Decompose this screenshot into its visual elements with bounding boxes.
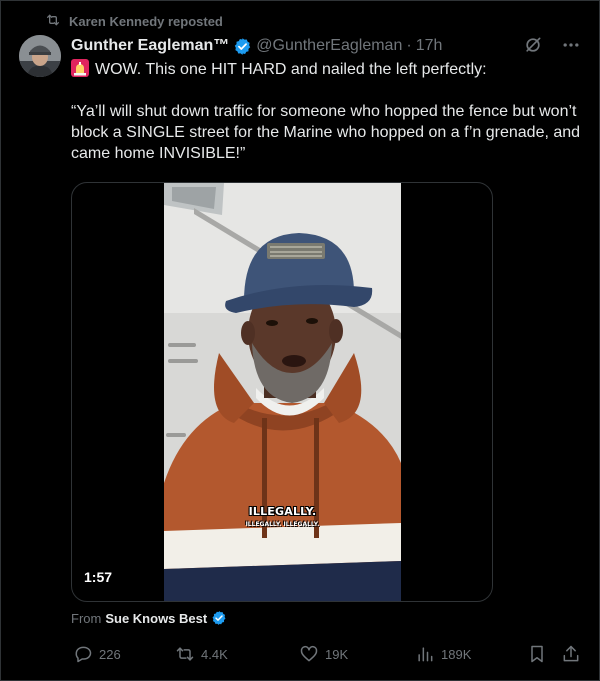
repost-count: 4.4K [201,646,228,662]
reply-icon [75,646,92,663]
source-prefix: From [71,610,102,626]
verified-badge-icon [233,37,252,56]
share-button[interactable] [561,644,581,664]
user-handle[interactable]: @GuntherEagleman [256,37,402,55]
repost-icon [45,12,61,31]
bookmark-button[interactable] [527,644,547,664]
siren-emoji-icon [71,59,89,77]
reply-button[interactable]: 226 [73,644,121,664]
video-thumbnail[interactable]: ILLEGALLY. ILLEGALLY. ILLEGALLY. [164,183,401,601]
display-name[interactable]: Gunther Eagleman™ [71,37,229,55]
repost-indicator[interactable]: Karen Kennedy reposted [45,11,223,31]
heart-icon [300,645,318,662]
grok-icon[interactable] [523,35,543,55]
views-count: 189K [441,646,472,662]
tweet-text-line1: WOW. This one HIT HARD and nailed the le… [95,61,487,78]
views-chart-icon [418,647,433,662]
timestamp[interactable]: 17h [416,37,443,55]
source-name[interactable]: Sue Knows Best [105,611,207,626]
tweet-header: Gunther Eagleman™ @GuntherEagleman · 17h [71,35,581,57]
action-bar: 226 4.4K 19K 189K [71,644,581,666]
video-caption: ILLEGALLY. [248,505,317,518]
bookmark-icon [531,645,543,663]
repost-button[interactable]: 4.4K [175,644,228,664]
tweet-card[interactable]: Karen Kennedy reposted Gunther Eagleman™… [0,0,600,681]
like-button[interactable]: 19K [299,644,348,664]
separator-dot: · [406,37,412,54]
repost-label: Karen Kennedy reposted [69,13,223,29]
source-verified-badge-icon [211,610,227,626]
tweet-body: WOW. This one HIT HARD and nailed the le… [71,59,581,164]
video-caption-sub: ILLEGALLY. ILLEGALLY. [245,521,320,528]
repost-action-icon [176,647,194,661]
more-options-icon[interactable] [561,35,581,55]
video-source: From Sue Knows Best [71,610,227,626]
like-count: 19K [325,646,349,662]
tweet-quote: “Ya’ll will shut down traffic for someon… [71,103,581,162]
video-player[interactable]: ILLEGALLY. ILLEGALLY. ILLEGALLY. 1:57 [71,182,493,602]
share-icon [563,645,579,662]
video-duration: 1:57 [84,569,113,585]
reply-count: 226 [99,646,121,662]
avatar[interactable] [19,35,61,77]
views-button[interactable]: 189K [415,644,471,664]
tweet-line-1: WOW. This one HIT HARD and nailed the le… [71,59,581,80]
